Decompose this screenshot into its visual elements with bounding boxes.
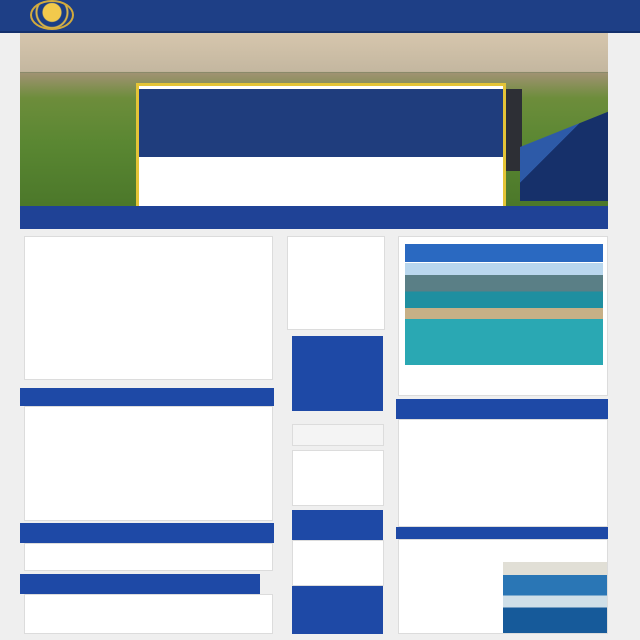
hero-message-box [136,83,506,209]
page [0,0,640,640]
middle-card-2 [292,450,384,506]
right-strip-3 [396,527,608,539]
harbor-photo [503,562,607,633]
left-card-3 [24,543,273,571]
middle-card-3 [292,540,384,586]
top-navigation-bar [0,0,640,33]
hero-sky [20,33,608,71]
middle-blue-panel-3[interactable] [292,586,383,634]
middle-spacer-card [292,424,384,446]
left-strip-3 [20,523,274,543]
right-strip-2 [396,399,608,419]
middle-blue-panel-1[interactable] [292,336,383,411]
left-strip-4 [20,574,260,594]
right-card-1 [398,236,608,396]
middle-blue-panel-2[interactable] [292,510,383,540]
hero-tower [506,89,522,171]
left-card-4 [24,594,273,634]
right-card-3 [398,539,608,634]
hero-banner [20,33,608,211]
section-ribbon [20,206,608,229]
right-card-1-header[interactable] [405,244,603,262]
seal-logo[interactable] [30,0,74,30]
left-card-2 [24,406,273,521]
hero-title [139,89,503,157]
left-strip-2 [20,388,274,406]
right-card-2 [398,419,608,527]
coastline-photo [405,263,603,365]
left-card-1 [24,236,273,380]
middle-card-1 [287,236,385,330]
